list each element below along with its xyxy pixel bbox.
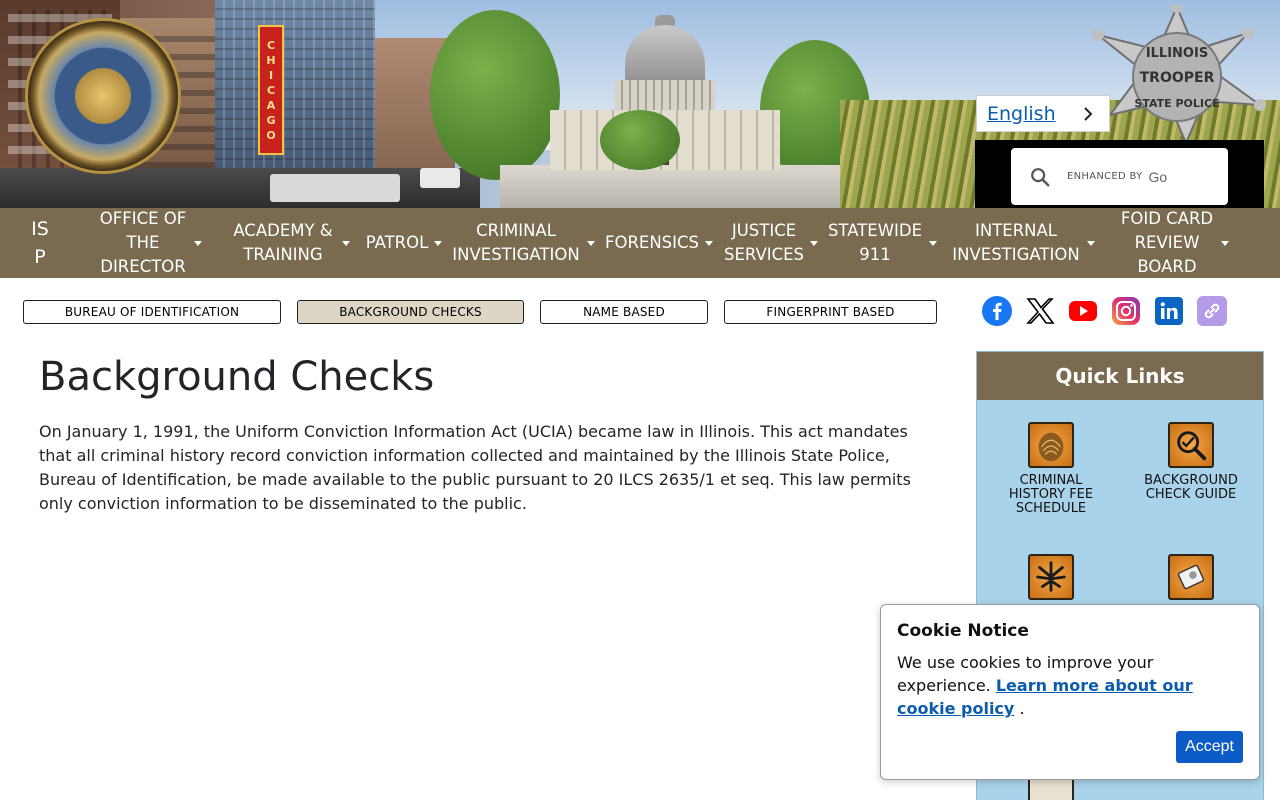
nav-item-label: PATROL bbox=[365, 233, 429, 252]
badge-text-line1: ILLINOIS bbox=[1146, 46, 1208, 61]
nav-item-criminal-investigation[interactable]: CRIMINAL INVESTIGATION bbox=[448, 208, 598, 278]
caret-down-icon bbox=[341, 240, 350, 246]
cookie-notice-period: . bbox=[1019, 699, 1025, 718]
quick-link-label: CRIMINAL HISTORY FEE SCHEDULE bbox=[1008, 473, 1094, 516]
quick-link-document[interactable] bbox=[1131, 554, 1251, 606]
magnifier-check-icon bbox=[1168, 422, 1214, 468]
caret-down-icon bbox=[810, 240, 818, 246]
instagram-icon[interactable] bbox=[1111, 296, 1141, 326]
youtube-icon[interactable] bbox=[1068, 296, 1098, 326]
nav-item-label: JUSTICE SERVICES bbox=[724, 221, 805, 264]
document-seal-icon bbox=[1168, 554, 1214, 600]
nav-item-label: STATEWIDE 911 bbox=[827, 221, 923, 264]
search-brand: Go bbox=[1148, 168, 1168, 185]
nav-item-label: FOID CARD REVIEW BOARD bbox=[1120, 209, 1214, 276]
search-icon[interactable] bbox=[1029, 166, 1051, 188]
nav-item-statewide-911[interactable]: STATEWIDE 911 bbox=[822, 208, 942, 278]
search-enhanced-label: ENHANCED BY bbox=[1067, 171, 1143, 182]
nav-item-foid-card-review-board[interactable]: FOID CARD REVIEW BOARD bbox=[1104, 208, 1244, 278]
chevron-right-icon bbox=[1084, 106, 1093, 121]
caret-down-icon bbox=[1087, 240, 1095, 246]
x-icon[interactable] bbox=[1025, 296, 1055, 326]
nav-item-label: INTERNAL INVESTIGATION bbox=[952, 221, 1080, 264]
accept-cookies-button[interactable]: Accept bbox=[1176, 731, 1243, 763]
nav-item-academy-training[interactable]: ACADEMY & TRAINING bbox=[220, 208, 360, 278]
language-selector[interactable]: English bbox=[976, 95, 1110, 132]
banner-street bbox=[0, 168, 480, 208]
cannabis-leaf-icon bbox=[1028, 554, 1074, 600]
quick-link-cannabis[interactable] bbox=[991, 554, 1111, 606]
banner-tree bbox=[600, 110, 680, 170]
cookie-notice-dialog: Cookie Notice We use cookies to improve … bbox=[880, 604, 1260, 780]
caret-down-icon bbox=[194, 240, 202, 246]
search-container: ENHANCED BY Go bbox=[975, 140, 1264, 208]
quick-link-sheriff-report[interactable] bbox=[991, 777, 1111, 800]
caret-down-icon bbox=[434, 240, 443, 246]
state-police-seal-logo[interactable] bbox=[25, 18, 181, 174]
banner-truck bbox=[420, 168, 460, 188]
nav-item-label: FORENSICS bbox=[604, 233, 700, 252]
link-icon[interactable] bbox=[1197, 296, 1227, 326]
page-title: Background Checks bbox=[39, 354, 435, 400]
nav-item-office-of-the-director[interactable]: OFFICE OF THE DIRECTOR bbox=[80, 208, 220, 278]
cookie-notice-text: We use cookies to improve your experienc… bbox=[897, 651, 1217, 720]
nav-item-forensics[interactable]: FORENSICS bbox=[598, 208, 720, 278]
fingerprint-icon bbox=[1028, 422, 1074, 468]
nav-item-patrol[interactable]: PATROL bbox=[360, 208, 448, 278]
banner-truck bbox=[270, 174, 400, 202]
subnav-name-based[interactable]: NAME BASED bbox=[540, 300, 708, 324]
clipboard-icon bbox=[1028, 777, 1074, 800]
cookie-notice-title: Cookie Notice bbox=[897, 621, 1029, 641]
eagle-icon bbox=[75, 68, 131, 124]
subnav-background-checks[interactable]: BACKGROUND CHECKS bbox=[297, 300, 524, 324]
linkedin-icon[interactable] bbox=[1154, 296, 1184, 326]
language-label[interactable]: English bbox=[987, 103, 1056, 125]
nav-home-isp[interactable]: IS P bbox=[0, 208, 80, 278]
quick-links-title: Quick Links bbox=[977, 352, 1263, 400]
caret-down-icon bbox=[705, 240, 714, 246]
caret-down-icon bbox=[928, 240, 937, 246]
header-banner: CHICAGO ILLINOIS TROOPER STATE POLICE En… bbox=[0, 0, 1280, 208]
intro-paragraph: On January 1, 1991, the Uniform Convicti… bbox=[39, 422, 911, 513]
badge-text-line2: TROOPER bbox=[1140, 70, 1215, 86]
main-navigation: IS P OFFICE OF THE DIRECTOR ACADEMY & TR… bbox=[0, 208, 1280, 278]
banner-tree bbox=[430, 10, 560, 180]
badge-text-line3: STATE POLICE bbox=[1134, 97, 1219, 110]
nav-item-internal-investigation[interactable]: INTERNAL INVESTIGATION bbox=[942, 208, 1104, 278]
search-input[interactable]: ENHANCED BY Go bbox=[1011, 148, 1228, 205]
nav-item-justice-services[interactable]: JUSTICE SERVICES bbox=[720, 208, 822, 278]
chicago-theatre-sign: CHICAGO bbox=[258, 25, 284, 155]
subnav-bureau-of-identification[interactable]: BUREAU OF IDENTIFICATION bbox=[23, 300, 281, 324]
quick-link-background-check-guide[interactable]: BACKGROUND CHECK GUIDE bbox=[1131, 422, 1251, 502]
subnav-fingerprint-based[interactable]: FINGERPRINT BASED bbox=[724, 300, 937, 324]
facebook-icon[interactable] bbox=[982, 296, 1012, 326]
trooper-badge-star: ILLINOIS TROOPER STATE POLICE bbox=[1088, 1, 1266, 146]
nav-item-label: ACADEMY & TRAINING bbox=[233, 221, 333, 264]
quick-link-criminal-history-fee-schedule[interactable]: CRIMINAL HISTORY FEE SCHEDULE bbox=[991, 422, 1111, 516]
quick-link-label: BACKGROUND CHECK GUIDE bbox=[1144, 473, 1238, 502]
nav-item-label: CRIMINAL INVESTIGATION bbox=[452, 221, 580, 264]
nav-item-label: OFFICE OF THE DIRECTOR bbox=[99, 209, 187, 276]
caret-down-icon bbox=[587, 240, 595, 246]
caret-down-icon bbox=[1220, 240, 1229, 246]
